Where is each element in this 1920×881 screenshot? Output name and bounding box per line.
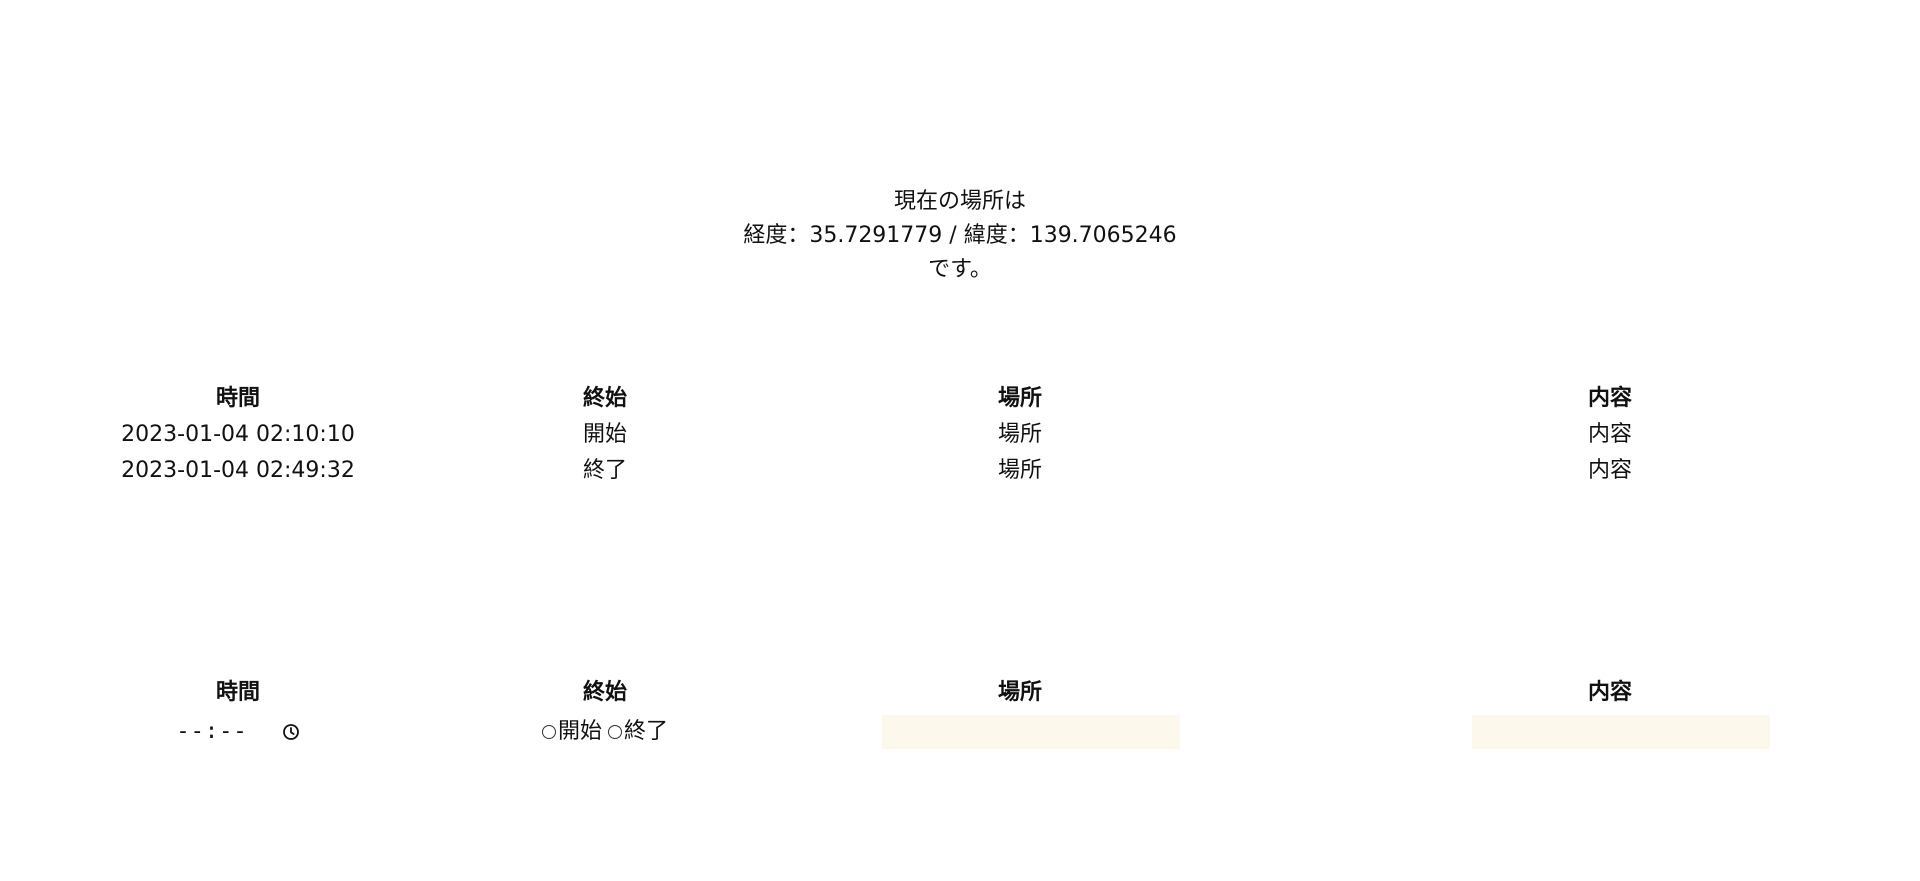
log-row-1-place: 場所 — [997, 422, 1042, 447]
log-row-1-content: 内容 — [1587, 422, 1632, 447]
radio-start-circle[interactable] — [541, 725, 556, 739]
place-input[interactable] — [882, 715, 1180, 749]
radio-end-circle[interactable] — [608, 725, 622, 739]
entry-form: 時間 終始 場所 内容 --:-- 開始 終了 — [0, 676, 1920, 826]
radio-end-label[interactable]: 終了 — [624, 715, 668, 749]
log-row-2-time: 2023-01-04 02:49:32 — [121, 458, 355, 483]
form-header-time: 時間 — [215, 680, 260, 705]
form-header-content: 内容 — [1587, 680, 1632, 705]
header-content: 内容 — [1587, 386, 1632, 411]
time-cell: --:-- — [98, 715, 378, 749]
location-suffix: です。 — [928, 257, 992, 282]
start-end-radio-group: 開始 終了 — [541, 715, 668, 749]
location-coordinates: 経度：35.7291779 / 緯度：139.7065246 — [743, 223, 1177, 248]
header-time: 時間 — [215, 386, 260, 411]
form-header-place: 場所 — [997, 680, 1042, 705]
radio-end[interactable]: 終了 — [608, 715, 668, 749]
radio-start[interactable]: 開始 — [541, 715, 602, 749]
current-location: 現在の場所は 経度：35.7291779 / 緯度：139.7065246 です… — [0, 185, 1920, 287]
log-row-1-start-end: 開始 — [582, 422, 627, 447]
start-end-cell: 開始 終了 — [470, 715, 740, 749]
log-row-2-start-end: 終了 — [582, 458, 627, 483]
location-intro: 現在の場所は — [893, 189, 1026, 214]
header-place: 場所 — [997, 386, 1042, 411]
time-input-value: --:-- — [176, 719, 248, 744]
radio-start-label[interactable]: 開始 — [558, 715, 602, 749]
clock-icon[interactable] — [282, 723, 300, 741]
log-table: 時間 終始 場所 内容 2023-01-04 02:10:10 開始 場所 内容… — [0, 382, 1920, 532]
time-input[interactable]: --:-- — [176, 715, 299, 749]
form-header-start-end: 終始 — [582, 680, 627, 705]
header-start-end: 終始 — [582, 386, 627, 411]
content-input[interactable] — [1472, 715, 1770, 749]
page: 現在の場所は 経度：35.7291779 / 緯度：139.7065246 です… — [0, 0, 1920, 881]
log-row-2-content: 内容 — [1587, 458, 1632, 483]
log-row-2-place: 場所 — [997, 458, 1042, 483]
log-row-1-time: 2023-01-04 02:10:10 — [121, 422, 355, 447]
